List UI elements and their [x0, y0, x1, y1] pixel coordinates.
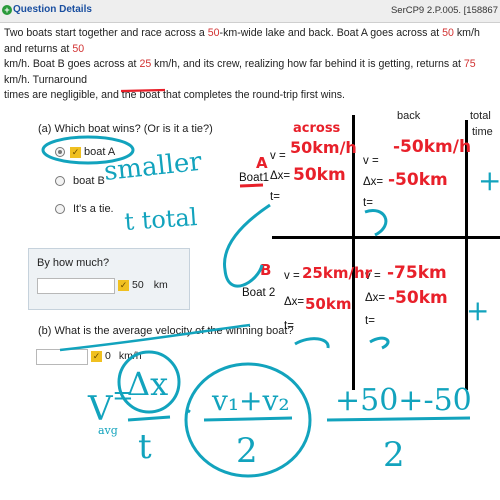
note-plus-2: +	[466, 294, 489, 327]
fraction-bar-1	[127, 415, 171, 422]
formula-avg: avg	[98, 424, 118, 437]
scribble-back-t1	[364, 209, 388, 237]
underline-boat1	[239, 183, 264, 188]
note-across: across	[293, 121, 341, 136]
note-total: t total	[123, 203, 198, 236]
formula-2: 2	[236, 431, 258, 471]
note-label-a: A	[256, 154, 268, 172]
fraction-bar-3	[326, 416, 471, 422]
note-back-dx1: -50km	[388, 170, 448, 190]
formula-dx: Δx	[127, 365, 168, 403]
underline-25	[120, 88, 166, 93]
formula-v: V	[87, 389, 114, 429]
fraction-bar-2	[203, 416, 293, 422]
note-back-dx2: -50km	[388, 288, 448, 308]
note-a2-dx: 50km	[305, 295, 351, 313]
note-back-v2: -75km	[387, 263, 447, 283]
formula-2b: 2	[383, 435, 405, 475]
underline-part-b	[59, 323, 251, 352]
note-a2-v: 25km/hr	[302, 264, 373, 282]
note-back-v1: -50km/h	[393, 137, 471, 157]
ink-annotations: across 50km/h 50km -50km/h -50km 25km/hr…	[41, 88, 500, 478]
scribble-b2-t	[369, 336, 390, 350]
formula-v1v2: v₁+v₂	[211, 384, 290, 417]
scribble-a2-t	[294, 337, 330, 349]
note-plus-1: +	[478, 164, 500, 197]
note-a1-dx: 50km	[293, 165, 346, 185]
note-a1-v: 50km/h	[290, 138, 357, 157]
formula-t: t	[138, 427, 152, 467]
note-smaller: smaller	[103, 147, 204, 187]
formula-nums: +50+-50	[335, 383, 472, 418]
